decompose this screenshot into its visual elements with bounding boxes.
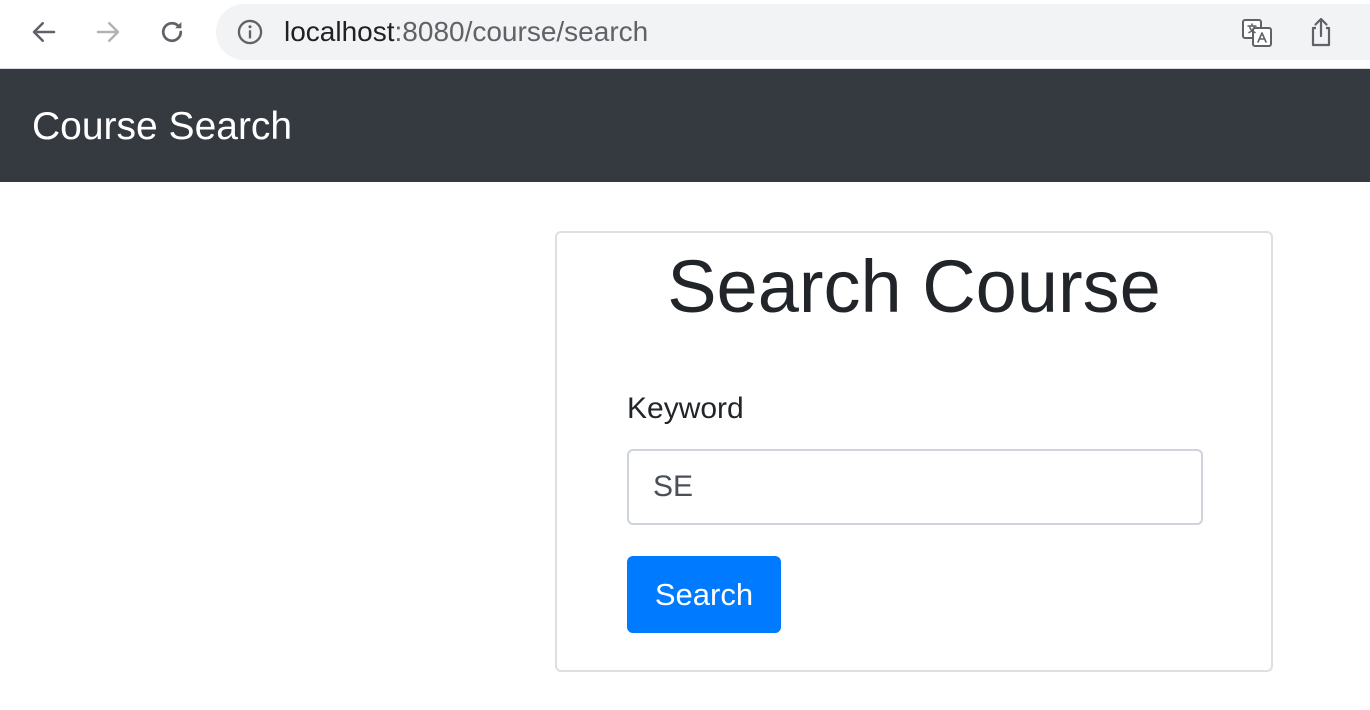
info-icon[interactable]	[236, 18, 264, 46]
reload-icon	[161, 21, 183, 43]
search-card: Search Course Keyword Search	[555, 231, 1273, 672]
translate-icon[interactable]	[1241, 17, 1273, 49]
address-bar[interactable]: localhost:8080/course/search	[216, 4, 1370, 60]
share-icon[interactable]	[1306, 16, 1336, 48]
navbar-brand[interactable]: Course Search	[32, 105, 292, 149]
url-text[interactable]: localhost:8080/course/search	[284, 17, 648, 47]
page-title: Search Course	[667, 245, 1161, 328]
arrow-right-icon	[96, 22, 120, 42]
keyword-label: Keyword	[627, 392, 744, 425]
forward-button[interactable]	[90, 14, 126, 50]
search-button[interactable]: Search	[627, 556, 781, 633]
keyword-input[interactable]	[627, 449, 1203, 525]
arrow-left-icon	[32, 22, 56, 42]
url-path: :8080/course/search	[394, 16, 649, 47]
browser-toolbar: localhost:8080/course/search	[0, 0, 1370, 69]
url-host: localhost	[284, 16, 395, 47]
navbar: Course Search	[0, 69, 1370, 182]
reload-button[interactable]	[154, 14, 190, 50]
back-button[interactable]	[26, 14, 62, 50]
